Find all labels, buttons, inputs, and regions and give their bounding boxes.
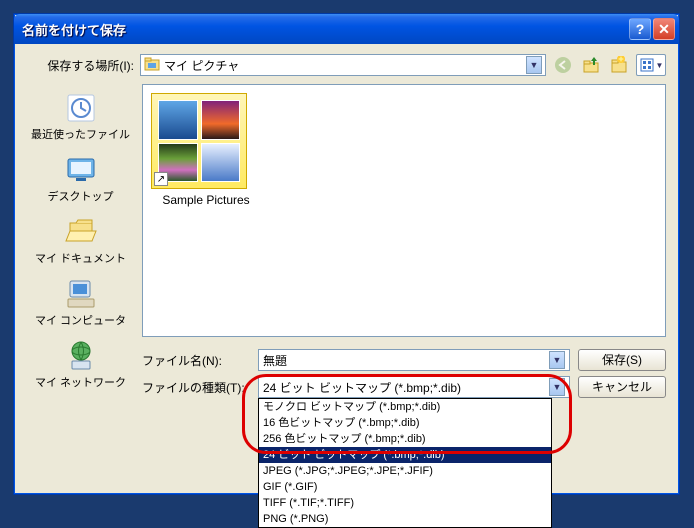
cancel-button[interactable]: キャンセル [578,376,666,398]
filename-row: ファイル名(N): 無題 ▼ 保存(S) [142,349,666,371]
lookin-combo[interactable]: マイ ピクチャ ▼ [140,54,546,76]
filetype-option[interactable]: 256 色ビットマップ (*.bmp;*.dib) [259,431,551,447]
recent-icon [27,90,134,126]
view-menu-button[interactable]: ▼ [636,54,666,76]
save-button[interactable]: 保存(S) [578,349,666,371]
computer-icon [27,276,134,312]
sidebar-item-label: デスクトップ [27,188,134,204]
titlebar[interactable]: 名前を付けて保存 ? ✕ [14,14,679,44]
sidebar-item-desktop[interactable]: デスクトップ [27,150,134,210]
places-bar: 最近使ったファイル デスクトップ マイ ドキュメント マイ コンピュータ マイ … [27,84,134,384]
filename-dropdown-arrow[interactable]: ▼ [549,351,565,369]
shortcut-overlay-icon: ↗ [154,172,168,186]
file-list-pane[interactable]: ↗ Sample Pictures [142,84,666,337]
filetype-option[interactable]: 16 色ビットマップ (*.bmp;*.dib) [259,415,551,431]
close-button[interactable]: ✕ [653,18,675,40]
file-item-sample-pictures[interactable]: ↗ Sample Pictures [151,93,261,207]
network-icon [27,338,134,374]
filetype-row: ファイルの種類(T): 24 ビット ビットマップ (*.bmp;*.dib) … [142,376,666,398]
filename-label: ファイル名(N): [142,352,250,369]
dialog-title: 名前を付けて保存 [22,20,627,39]
filetype-dropdown-arrow[interactable]: ▼ [549,378,565,396]
filetype-option[interactable]: モノクロ ビットマップ (*.bmp;*.dib) [259,399,551,415]
sidebar-item-label: マイ ドキュメント [27,250,134,266]
filetype-option[interactable]: PNG (*.PNG) [259,511,551,527]
filetype-value: 24 ビット ビットマップ (*.bmp;*.dib) [263,379,461,396]
filetype-label: ファイルの種類(T): [142,379,250,396]
sidebar-item-label: マイ ネットワーク [27,374,134,390]
sidebar-item-label: 最近使ったファイル [27,126,134,142]
back-button[interactable] [552,54,574,76]
new-folder-button[interactable] [608,54,630,76]
filetype-option[interactable]: JPEG (*.JPG;*.JPEG;*.JPE;*.JFIF) [259,463,551,479]
filetype-option[interactable]: GIF (*.GIF) [259,479,551,495]
sidebar-item-computer[interactable]: マイ コンピュータ [27,274,134,334]
filename-value: 無題 [263,352,287,369]
help-button[interactable]: ? [629,18,651,40]
lookin-label: 保存する場所(I): [27,57,134,74]
file-item-label: Sample Pictures [151,193,261,207]
sidebar-item-label: マイ コンピュータ [27,312,134,328]
dialog-body: 保存する場所(I): マイ ピクチャ ▼ ▼ [17,44,676,491]
sidebar-item-recent[interactable]: 最近使ったファイル [27,88,134,148]
desktop-icon [27,152,134,188]
sidebar-item-network[interactable]: マイ ネットワーク [27,336,134,396]
my-pictures-icon [144,56,160,75]
sidebar-item-documents[interactable]: マイ ドキュメント [27,212,134,272]
filename-input[interactable]: 無題 ▼ [258,349,570,371]
filetype-combo[interactable]: 24 ビット ビットマップ (*.bmp;*.dib) ▼ [258,376,570,398]
lookin-value: マイ ピクチャ [164,57,239,74]
lookin-row: 保存する場所(I): マイ ピクチャ ▼ ▼ [27,54,666,76]
documents-icon [27,214,134,250]
folder-thumbnail: ↗ [151,93,247,189]
filetype-option[interactable]: 24 ビット ビットマップ (*.bmp;*.dib) [259,447,551,463]
up-one-level-button[interactable] [580,54,602,76]
save-as-dialog: 名前を付けて保存 ? ✕ 保存する場所(I): マイ ピクチャ ▼ [13,13,680,495]
lookin-dropdown-arrow[interactable]: ▼ [526,56,542,74]
